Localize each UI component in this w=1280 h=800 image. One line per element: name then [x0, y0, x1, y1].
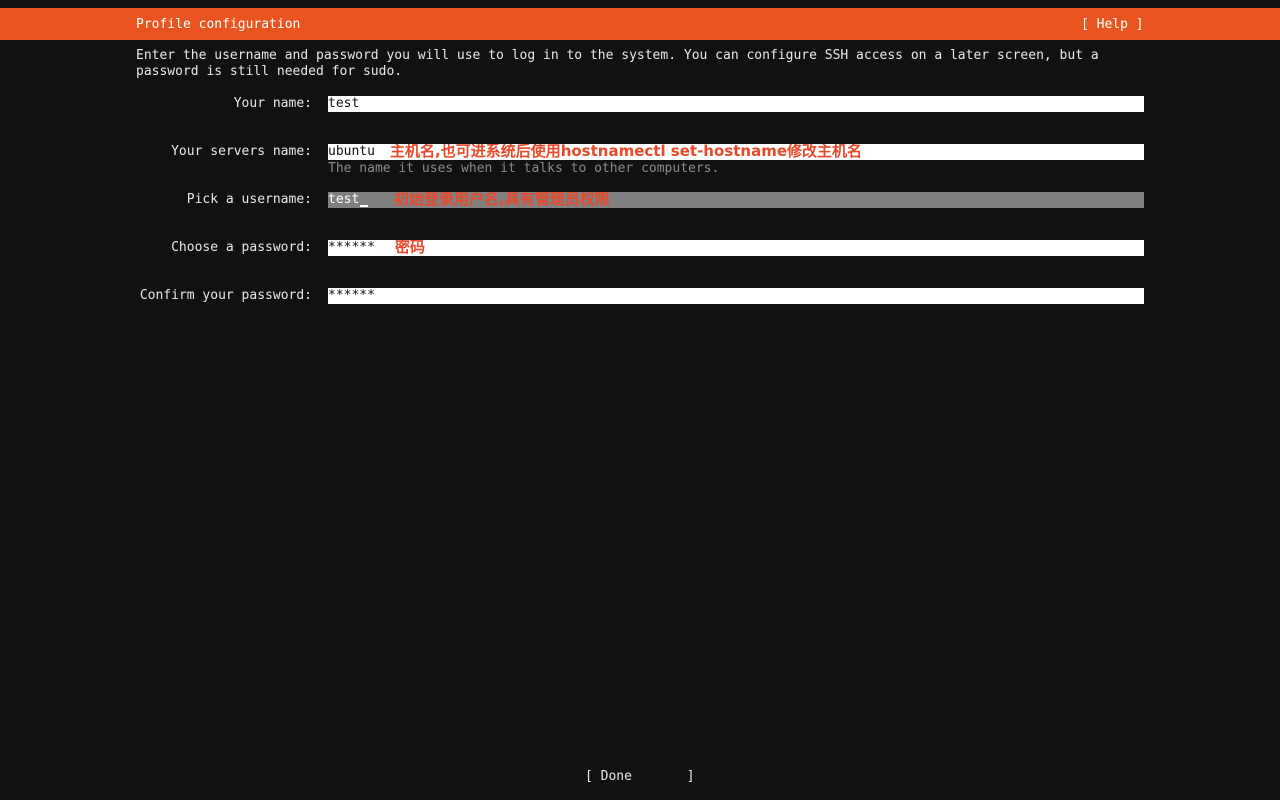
server-name-input[interactable]: ubuntu 主机名,也可进系统后使用hostnamectl set-hostn…	[328, 144, 1144, 160]
username-annotation: 初始登录用户名,具有管理员权限	[394, 192, 610, 208]
username-value-wrap: test	[328, 192, 369, 208]
server-name-label: Your servers name:	[171, 144, 312, 159]
header-bar: Profile configuration [ Help ]	[0, 8, 1280, 40]
password-label: Choose a password:	[171, 240, 312, 255]
password-input[interactable]: ****** 密码	[328, 240, 1144, 256]
your-name-label: Your name:	[233, 96, 312, 111]
server-name-value: ubuntu	[328, 144, 375, 159]
page-title: Profile configuration	[136, 17, 301, 32]
confirm-password-value: ******	[328, 288, 375, 303]
done-button[interactable]: [ Done ]	[585, 768, 695, 785]
your-name-value: test	[328, 96, 360, 111]
password-value: ******	[328, 240, 375, 255]
username-value: test	[328, 192, 360, 207]
text-cursor	[360, 192, 369, 207]
confirm-password-input[interactable]: ******	[328, 288, 1144, 304]
confirm-password-label: Confirm your password:	[139, 288, 312, 303]
server-name-hint: The name it uses when it talks to other …	[328, 161, 720, 176]
username-input[interactable]: test 初始登录用户名,具有管理员权限	[328, 192, 1144, 208]
top-strip	[0, 0, 1280, 8]
username-label: Pick a username:	[186, 192, 312, 207]
server-name-annotation: 主机名,也可进系统后使用hostnamectl set-hostname修改主机…	[390, 144, 862, 160]
help-button[interactable]: [ Help ]	[1081, 16, 1144, 33]
intro-text: Enter the username and password you will…	[136, 48, 1107, 79]
password-annotation: 密码	[395, 240, 426, 256]
installer-screen: Profile configuration [ Help ] Enter the…	[0, 0, 1280, 800]
your-name-input[interactable]: test	[328, 96, 1144, 112]
